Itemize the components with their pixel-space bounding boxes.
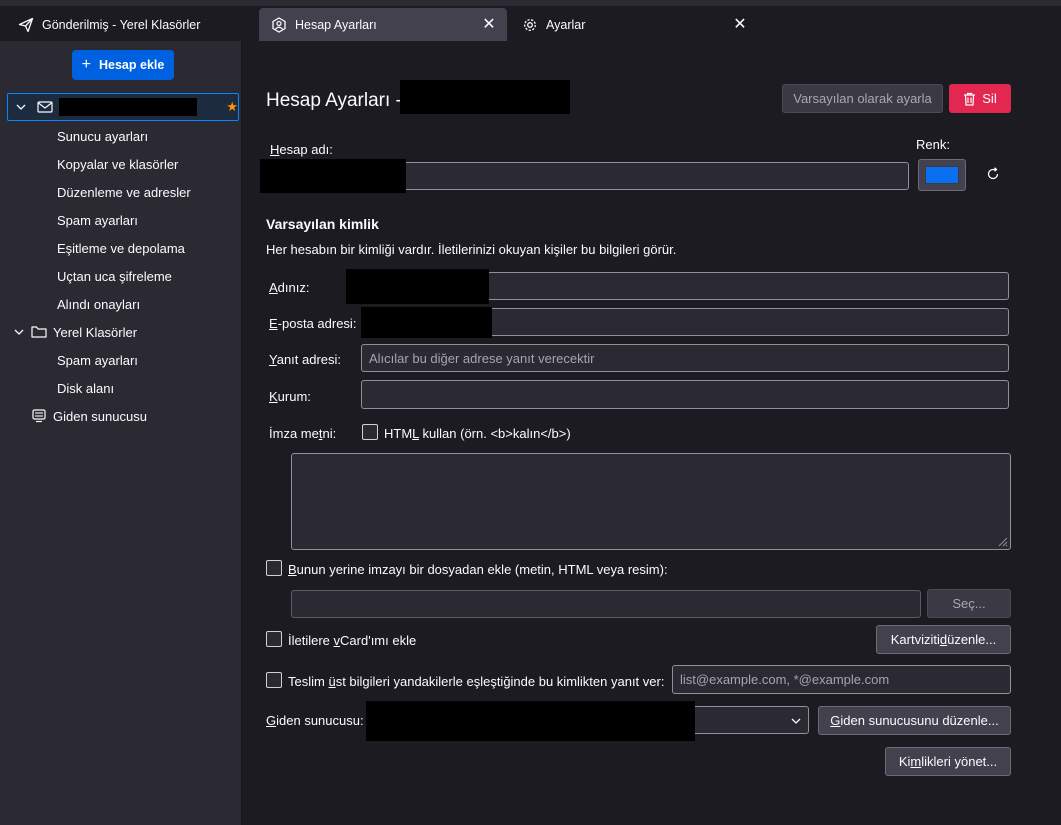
color-picker-button[interactable] <box>918 159 966 191</box>
signature-textarea[interactable] <box>291 453 1011 550</box>
edit-card-button[interactable]: Kartviziti d üzenle... <box>876 625 1011 654</box>
organization-label: Kurum: <box>269 389 311 404</box>
email-label: E-posta adresi: <box>269 316 357 331</box>
plus-icon: + <box>81 56 91 73</box>
name-value-redacted <box>346 269 489 304</box>
chevron-down-icon <box>15 101 27 113</box>
mail-account-icon <box>37 100 53 114</box>
sidebar-item-server-settings[interactable]: Sunucu ayarları <box>0 122 242 150</box>
sidebar-local-folders[interactable]: Yerel Klasörler <box>0 318 242 346</box>
account-name-value-redacted <box>260 159 406 193</box>
sidebar-item-sync-storage[interactable]: Eşitleme ve depolama <box>0 234 242 262</box>
signature-file-label: Bunun yerine imzayı bir dosyadan ekle (m… <box>288 562 668 577</box>
organization-input[interactable] <box>361 380 1009 409</box>
sidebar-item-e2e[interactable]: Uçtan uca şifreleme <box>0 262 242 290</box>
color-label: Renk: <box>916 137 950 152</box>
account-name-redacted <box>59 98 198 116</box>
outgoing-server-icon <box>31 408 47 424</box>
tab-label: Hesap Ayarları <box>295 17 377 32</box>
reset-color-icon[interactable] <box>986 167 1000 181</box>
sidebar-outgoing-server[interactable]: Giden sunucusu <box>0 402 242 430</box>
close-icon[interactable]: ✕ <box>732 16 748 33</box>
reply-to-label: Yanıt adresi: <box>269 352 342 367</box>
chevron-down-icon <box>790 715 802 727</box>
folder-icon <box>31 325 47 339</box>
gear-icon <box>522 17 538 33</box>
trash-icon <box>963 92 976 106</box>
add-account-button[interactable]: + Hesap ekle <box>72 50 174 80</box>
account-settings-icon <box>271 16 287 33</box>
identity-heading: Varsayılan kimlik <box>266 216 379 232</box>
tab-label: Gönderilmiş - Yerel Klasörler <box>42 17 201 32</box>
smtp-label: Giden sunucusu: <box>266 713 364 728</box>
reply-to-input[interactable]: Alıcılar bu diğer adrese yanıt verecekti… <box>361 344 1009 372</box>
reply-from-input[interactable]: list@example.com, *@example.com <box>672 665 1011 694</box>
name-label: Adınız: <box>269 280 310 295</box>
identity-description: Her hesabın bir kimliği vardır. İletiler… <box>266 242 677 257</box>
signature-label: İmza metni: <box>269 426 337 441</box>
reply-from-label: Teslim üst bilgileri yandakilerle eşleşt… <box>288 674 665 689</box>
tab-account-settings[interactable]: Hesap Ayarları ✕ <box>259 8 507 41</box>
html-signature-label: HTML kullan (örn. <b>kalın</b>) <box>384 426 571 441</box>
account-settings-pane: Hesap Ayarları - Varsayılan olarak ayarl… <box>243 41 1061 825</box>
choose-file-button[interactable]: Seç... <box>927 589 1011 618</box>
delete-account-button[interactable]: Sil <box>949 84 1011 113</box>
sidebar-item-receipts[interactable]: Alındı onayları <box>0 290 242 318</box>
chevron-down-icon <box>13 326 25 338</box>
tab-sent-local-folders[interactable]: Gönderilmiş - Yerel Klasörler <box>6 8 256 41</box>
sidebar-item-composition[interactable]: Düzenleme ve adresler <box>0 178 242 206</box>
reply-from-checkbox[interactable] <box>266 672 282 688</box>
send-icon <box>18 17 34 33</box>
close-icon[interactable]: ✕ <box>481 16 497 33</box>
sidebar-item-copies-folders[interactable]: Kopyalar ve klasörler <box>0 150 242 178</box>
manage-identities-button[interactable]: Ki m likleri yönet... <box>885 747 1011 776</box>
account-title-redacted <box>400 80 570 114</box>
sidebar-account[interactable]: ★ <box>7 93 239 121</box>
page-title: Hesap Ayarları - <box>266 90 402 111</box>
signature-file-input[interactable] <box>291 590 921 618</box>
tab-strip: Gönderilmiş - Yerel Klasörler Hesap Ayar… <box>0 0 1061 41</box>
vcard-label: İletilere vCard'ımı ekle <box>288 633 417 648</box>
edit-smtp-button[interactable]: Giden sunucusunu düzenle... <box>818 706 1011 735</box>
account-sidebar: + Hesap ekle ★ Sunucu ayarları Kopyalar … <box>0 41 242 825</box>
tab-settings[interactable]: Ayarlar ✕ <box>510 8 758 41</box>
sidebar-item-local-junk[interactable]: Spam ayarları <box>0 346 242 374</box>
tab-label: Ayarlar <box>546 17 586 32</box>
vcard-checkbox[interactable] <box>266 631 282 647</box>
set-default-button[interactable]: Varsayılan olarak ayarla <box>782 84 943 113</box>
email-value-redacted <box>361 307 492 338</box>
resize-grip-icon[interactable] <box>998 537 1008 547</box>
sidebar-item-junk[interactable]: Spam ayarları <box>0 206 242 234</box>
sidebar-item-disk-space[interactable]: Disk alanı <box>0 374 242 402</box>
signature-file-checkbox[interactable] <box>266 560 282 576</box>
smtp-value-redacted <box>366 701 695 741</box>
default-star-icon: ★ <box>226 99 238 114</box>
account-name-label: Hesap adı: <box>270 142 333 157</box>
color-swatch <box>925 166 959 184</box>
html-signature-checkbox[interactable] <box>362 424 378 440</box>
